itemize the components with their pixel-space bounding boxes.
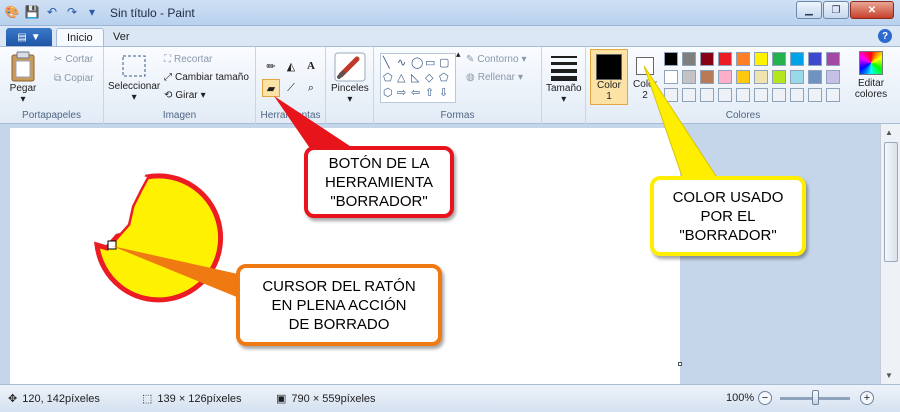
eraser-callout-line3: "BORRADOR" xyxy=(330,192,428,210)
move-cursor-icon: ✥ xyxy=(8,393,18,405)
eraser-button-callout: BOTÓN DE LA HERRAMIENTA "BORRADOR" xyxy=(304,146,454,218)
cursor-callout-line1: CURSOR DEL RATÓN xyxy=(262,277,416,295)
eraser-callout-line1: BOTÓN DE LA xyxy=(328,154,430,172)
plus-icon: + xyxy=(863,392,871,404)
selection-size-icon: ⬚ xyxy=(142,393,153,405)
selection-size: ⬚ 139 × 126píxeles xyxy=(142,392,242,406)
eraser-color-callout: COLOR USADO POR EL "BORRADOR" xyxy=(650,176,806,256)
minus-icon: − xyxy=(761,392,769,404)
cursor-callout: CURSOR DEL RATÓN EN PLENA ACCIÓN DE BORR… xyxy=(236,264,442,346)
cursor-callout-line3: DE BORRADO xyxy=(288,315,390,333)
eraser-callout-line2: HERRAMIENTA xyxy=(324,173,434,191)
image-size-text: 790 × 559píxeles xyxy=(291,392,376,405)
color-callout-line3: "BORRADOR" xyxy=(679,226,777,244)
color-callout-line1: COLOR USADO xyxy=(672,188,784,206)
zoom-level: 100% xyxy=(726,392,755,404)
selection-size-text: 139 × 126píxeles xyxy=(157,392,242,405)
cursor-position: ✥ 120, 142píxeles xyxy=(8,392,100,406)
status-bar: ✥ 120, 142píxeles ⬚ 139 × 126píxeles ▣ 7… xyxy=(0,384,900,412)
image-size: ▣ 790 × 559píxeles xyxy=(276,392,376,406)
image-size-icon: ▣ xyxy=(276,393,287,405)
color-callout-line2: POR EL xyxy=(700,207,756,225)
cursor-callout-line2: EN PLENA ACCIÓN xyxy=(271,296,407,314)
zoom-out-button[interactable]: − xyxy=(758,391,772,405)
zoom-in-button[interactable]: + xyxy=(860,391,874,405)
cursor-position-text: 120, 142píxeles xyxy=(22,392,100,405)
cursor-callout-pointer xyxy=(112,246,244,300)
zoom-slider-thumb[interactable] xyxy=(812,390,819,405)
color-callout-pointer xyxy=(643,65,717,183)
